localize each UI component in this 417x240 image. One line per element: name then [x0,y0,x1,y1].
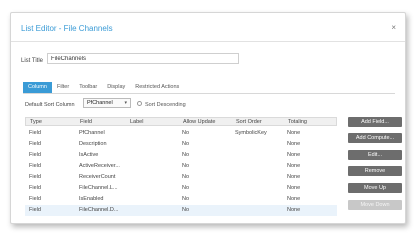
tab-display[interactable]: Display [102,82,130,93]
default-sort-column-label: Default Sort Column [25,102,75,108]
cell-totaling: None [287,196,301,202]
header-field[interactable]: Field [80,119,92,125]
list-editor-dialog: List Editor - File Channels × List Title… [10,12,406,224]
cell-allow-update: No [182,163,190,169]
sort-descending-label: Sort Descending [145,102,186,108]
list-title-label: List Title [21,58,44,64]
add-field-button[interactable]: Add Field... [348,117,402,127]
header-totaling[interactable]: Totaling [288,119,307,125]
cell-field: PfChannel [79,130,105,136]
cell-field: ReceiverCount [79,174,116,180]
cell-sort-order: SymbolicKey [235,130,267,136]
title-divider [11,41,405,42]
cell-field: IsActive [79,152,99,158]
cell-totaling: None [287,207,301,213]
close-icon[interactable]: × [391,23,396,32]
header-sort-order[interactable]: Sort Order [236,119,262,125]
cell-allow-update: No [182,207,190,213]
cell-allow-update: No [182,185,190,191]
tab-filter[interactable]: Filter [52,82,74,93]
header-allow-update[interactable]: Allow Update [183,119,215,125]
cell-type: Field [29,141,41,147]
tab-column[interactable]: Column [23,82,52,93]
cell-totaling: None [287,141,301,147]
header-type[interactable]: Type [30,119,42,125]
table-row[interactable]: Field ReceiverCount No None [25,172,337,183]
default-sort-column-value: PfChannel [87,100,113,106]
tab-bar: Column Filter Toolbar Display Restricted… [23,82,184,93]
cell-allow-update: No [182,196,190,202]
cell-type: Field [29,196,41,202]
cell-allow-update: No [182,174,190,180]
tab-toolbar[interactable]: Toolbar [74,82,102,93]
default-sort-column-select[interactable]: PfChannel ▾ [83,98,131,108]
cell-totaling: None [287,130,301,136]
cell-type: Field [29,174,41,180]
table-row[interactable]: Field Description No None [25,139,337,150]
cell-field: ActiveReceiver... [79,163,120,169]
table-row[interactable]: Field PfChannel No SymbolicKey None [25,128,337,139]
move-down-button[interactable]: Move Down [348,200,402,210]
table-row[interactable]: Field FileChannel.L... No None [25,183,337,194]
move-up-button[interactable]: Move Up [348,183,402,193]
cell-totaling: None [287,152,301,158]
table-row[interactable]: Field IsActive No None [25,150,337,161]
cell-totaling: None [287,163,301,169]
cell-field: FileChannel.L... [79,185,118,191]
sort-descending-radio[interactable] [137,101,142,106]
list-title-input[interactable] [47,53,239,64]
cell-allow-update: No [182,130,190,136]
grid-header: Type Field Label Allow Update Sort Order… [25,117,337,126]
cell-allow-update: No [182,152,190,158]
cell-field: Description [79,141,107,147]
cell-totaling: None [287,185,301,191]
dialog-title: List Editor - File Channels [21,24,113,33]
table-row[interactable]: Field IsEnabled No None [25,194,337,205]
cell-type: Field [29,152,41,158]
tab-divider [23,93,395,94]
header-label[interactable]: Label [130,119,143,125]
cell-field: IsEnabled [79,196,104,202]
remove-button[interactable]: Remove [348,166,402,176]
cell-type: Field [29,130,41,136]
cell-type: Field [29,163,41,169]
cell-type: Field [29,185,41,191]
cell-field: FileChannel.D... [79,207,119,213]
add-compute-button[interactable]: Add Compute... [348,133,402,143]
chevron-down-icon: ▾ [124,100,127,106]
cell-totaling: None [287,174,301,180]
tab-restricted-actions[interactable]: Restricted Actions [130,82,184,93]
table-row[interactable]: Field ActiveReceiver... No None [25,161,337,172]
table-row[interactable]: Field FileChannel.D... No None [25,205,337,216]
edit-button[interactable]: Edit... [348,150,402,160]
cell-type: Field [29,207,41,213]
cell-allow-update: No [182,141,190,147]
